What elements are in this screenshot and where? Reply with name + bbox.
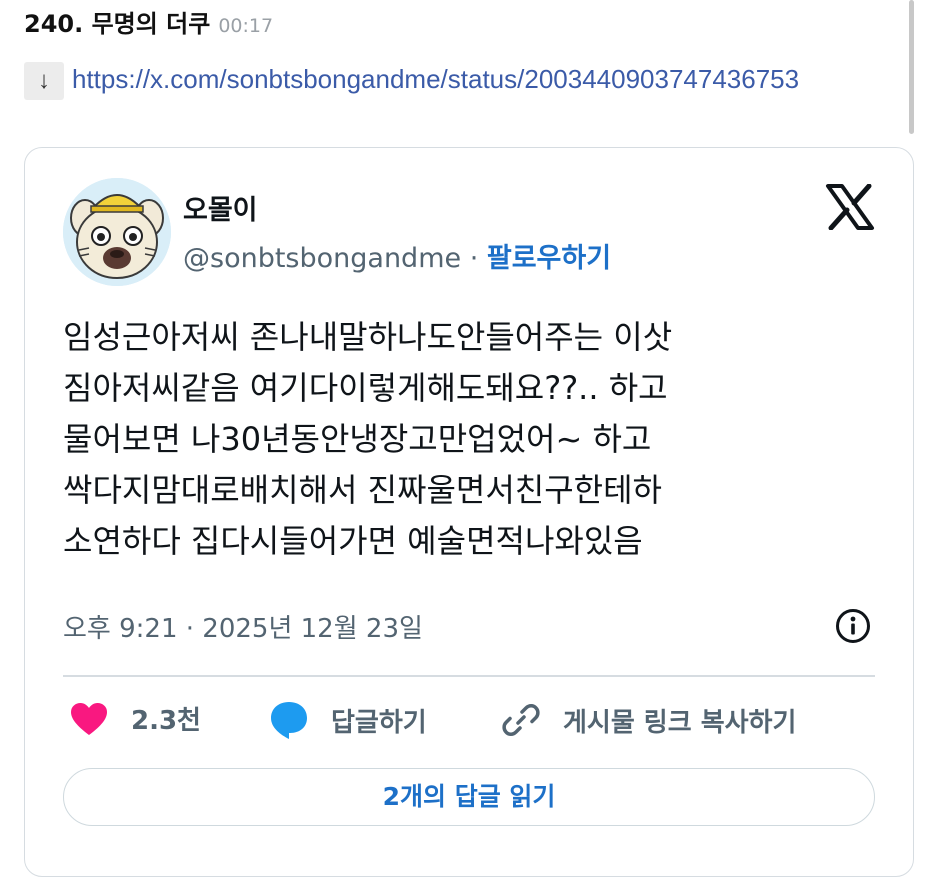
tweet-embed-card[interactable]: 오몰이 @sonbtsbongandme · 팔로우하기 임성근아저씨 존나내말… xyxy=(24,147,914,877)
avatar[interactable] xyxy=(63,178,171,286)
tweet-url[interactable]: https://x.com/sonbtsbongandme/status/200… xyxy=(72,64,799,94)
info-icon[interactable] xyxy=(835,608,871,644)
speech-bubble-icon xyxy=(271,702,307,739)
separator: · xyxy=(461,243,487,274)
copy-link-label: 게시물 링크 복사하기 xyxy=(563,707,797,738)
like-button[interactable]: 2.3천 xyxy=(69,700,201,737)
reply-button[interactable]: 답글하기 xyxy=(269,700,427,740)
post-author: 240. 무명의 더쿠 xyxy=(24,10,211,38)
heart-icon xyxy=(71,702,107,735)
scrollbar[interactable] xyxy=(909,0,914,134)
reply-label: 답글하기 xyxy=(331,707,427,738)
handle-row: @sonbtsbongandme · 팔로우하기 xyxy=(183,236,611,275)
tweet-text: 임성근아저씨 존나내말하나도안들어주는 이삿 짐아저씨같음 여기다이렇게해도돼요… xyxy=(63,318,673,560)
read-replies-button[interactable]: 2개의 답글 읽기 xyxy=(63,768,875,826)
x-logo-icon[interactable] xyxy=(825,183,875,231)
post-time: 00:17 xyxy=(218,15,274,37)
like-count: 2.3천 xyxy=(131,706,201,736)
copy-link-button[interactable]: 게시물 링크 복사하기 xyxy=(501,700,796,740)
tweet-timestamp[interactable]: 오후 9:21 · 2025년 12월 23일 xyxy=(63,608,423,645)
link-icon xyxy=(502,704,540,736)
tweet-link[interactable]: ↓ https://x.com/sonbtsbongandme/status/20… xyxy=(24,52,908,106)
divider xyxy=(63,675,875,677)
post-header: 240. 무명의 더쿠 00:17 xyxy=(24,4,273,39)
download-arrow-icon[interactable]: ↓ xyxy=(24,62,64,101)
tweet-actions: 2.3천 답글하기 게시물 링크 복사하기 xyxy=(63,700,875,744)
handle[interactable]: @sonbtsbongandme xyxy=(183,243,461,274)
follow-button[interactable]: 팔로우하기 xyxy=(487,243,611,274)
display-name[interactable]: 오몰이 xyxy=(183,188,258,227)
